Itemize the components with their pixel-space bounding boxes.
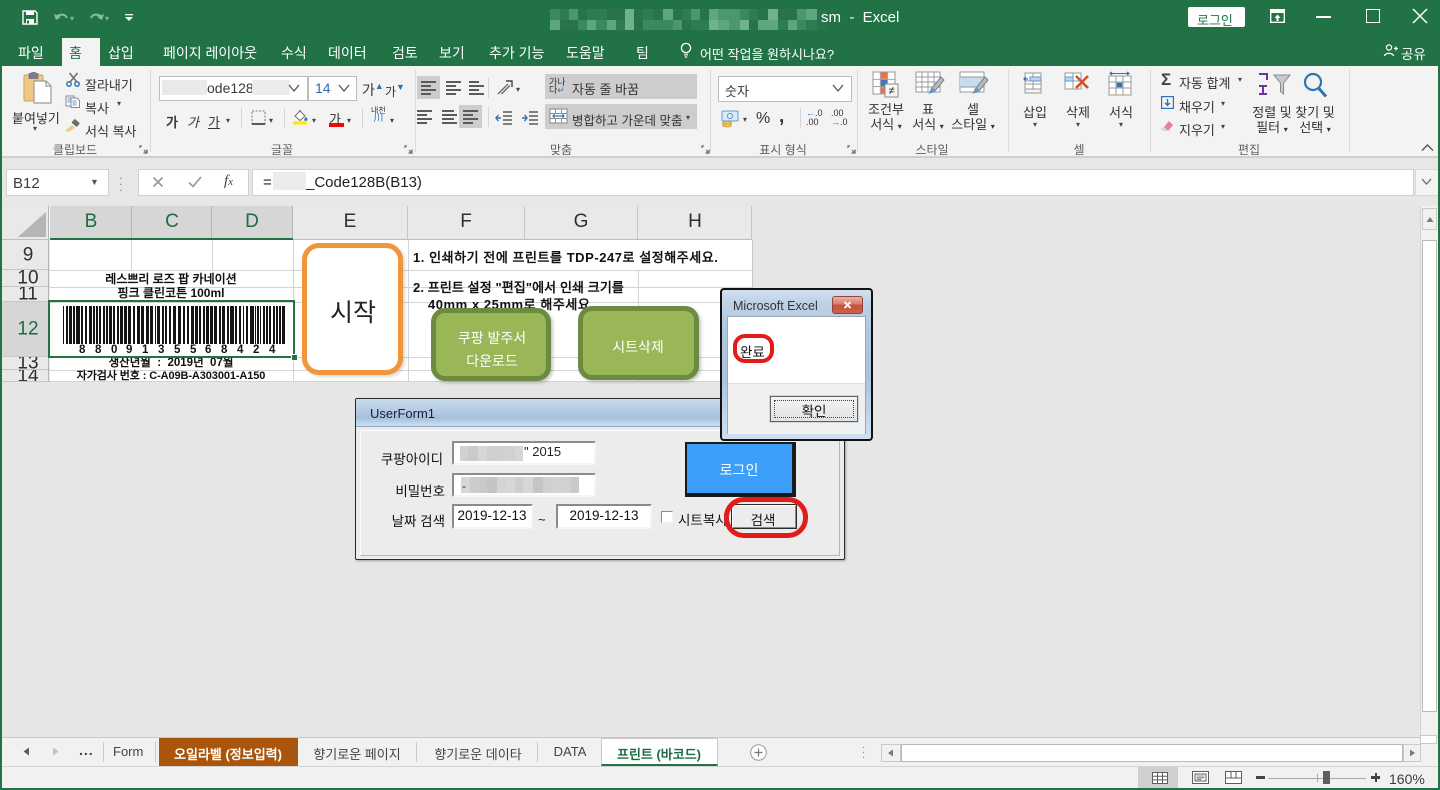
svg-text:≠: ≠ (888, 85, 894, 97)
